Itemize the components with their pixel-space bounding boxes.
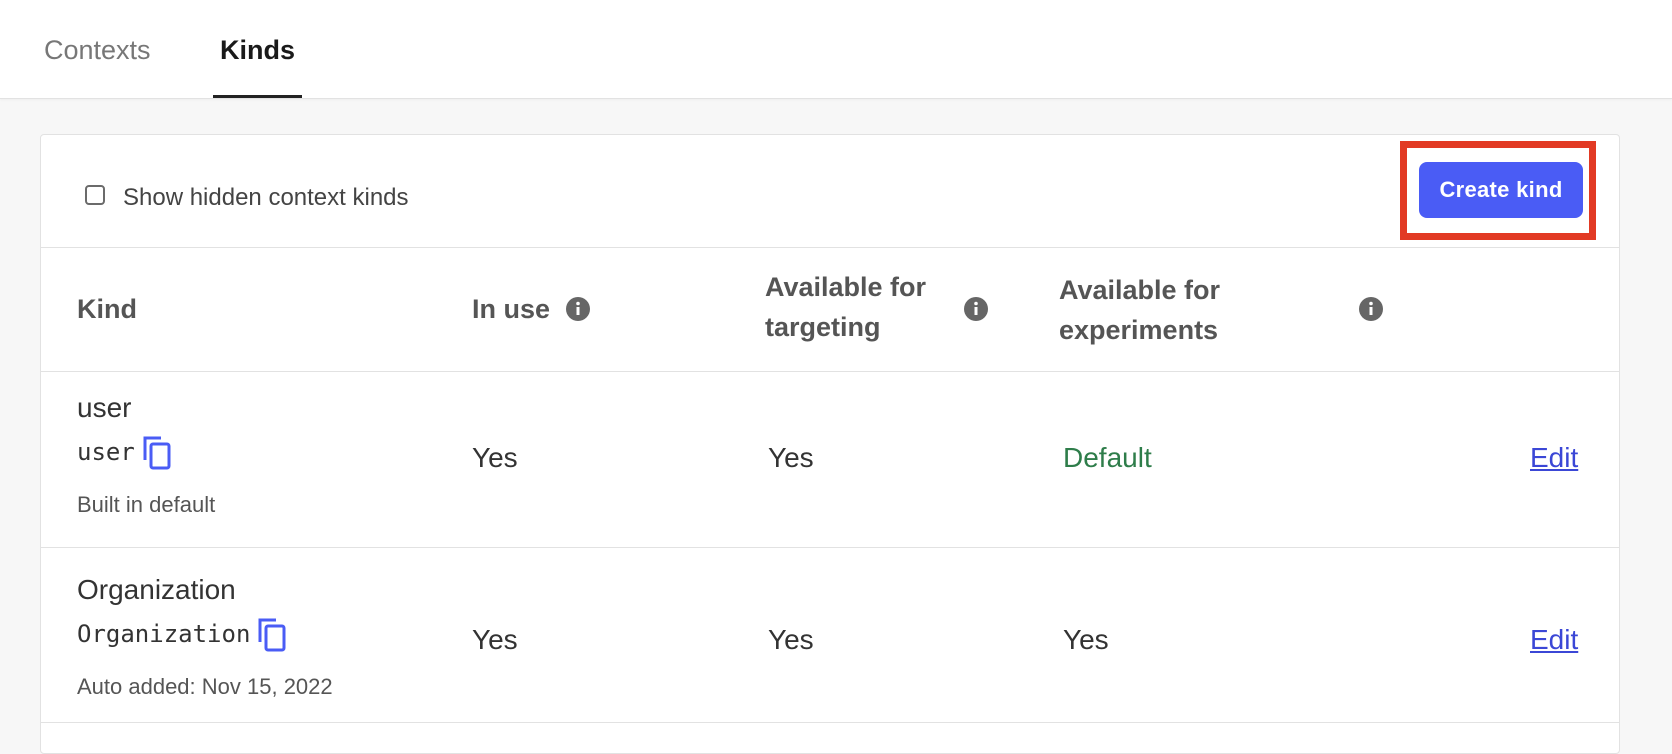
kind-key: Organization [77,616,288,652]
tab-contexts[interactable]: Contexts [44,0,151,98]
tab-kinds[interactable]: Kinds [213,0,303,98]
show-hidden-toggle[interactable]: Show hidden context kinds [85,178,409,212]
kind-key: user [77,434,173,470]
edit-link[interactable]: Edit [1530,624,1578,656]
header-experiments-line2: experiments [1059,315,1219,345]
targeting-value: Yes [768,624,814,655]
kind-name: Organization [77,574,236,605]
header-targeting-line2: targeting [765,312,881,342]
show-hidden-label: Show hidden context kinds [123,184,409,211]
header-experiments-line1: Available for [1059,275,1221,305]
kind-note: Auto added: Nov 15, 2022 [77,674,333,699]
experiments-value: Default [1063,442,1152,473]
in-use-value: Yes [472,624,518,655]
copy-icon[interactable] [256,616,288,652]
edit-link[interactable]: Edit [1530,442,1578,474]
table-row: user user Built in default Yes Yes Defau… [41,372,1619,548]
kind-note: Built in default [77,492,216,517]
header-targeting-line1: Available for [765,272,927,302]
table-row: Organization Organization Auto added: No… [41,547,1619,723]
kind-name: user [77,392,132,423]
header-in-use: In use [472,294,551,324]
kinds-toolbar: Show hidden context kinds Create kind [41,135,1619,248]
table-header: Kind In use Available for targeting Avai… [41,247,1619,372]
header-kind: Kind [77,294,137,324]
kinds-panel: Show hidden context kinds Create kind Ki… [40,134,1620,754]
in-use-value: Yes [472,442,518,473]
info-icon[interactable] [964,297,988,321]
experiments-value: Yes [1063,624,1109,655]
info-icon[interactable] [566,297,590,321]
info-icon[interactable] [1359,297,1383,321]
kind-key-text: user [77,438,135,466]
targeting-value: Yes [768,442,814,473]
show-hidden-checkbox[interactable] [85,185,105,205]
create-kind-button[interactable]: Create kind [1419,162,1583,218]
tab-bar: Contexts Kinds [0,0,1672,99]
kind-key-text: Organization [77,620,251,648]
copy-icon[interactable] [141,434,173,470]
